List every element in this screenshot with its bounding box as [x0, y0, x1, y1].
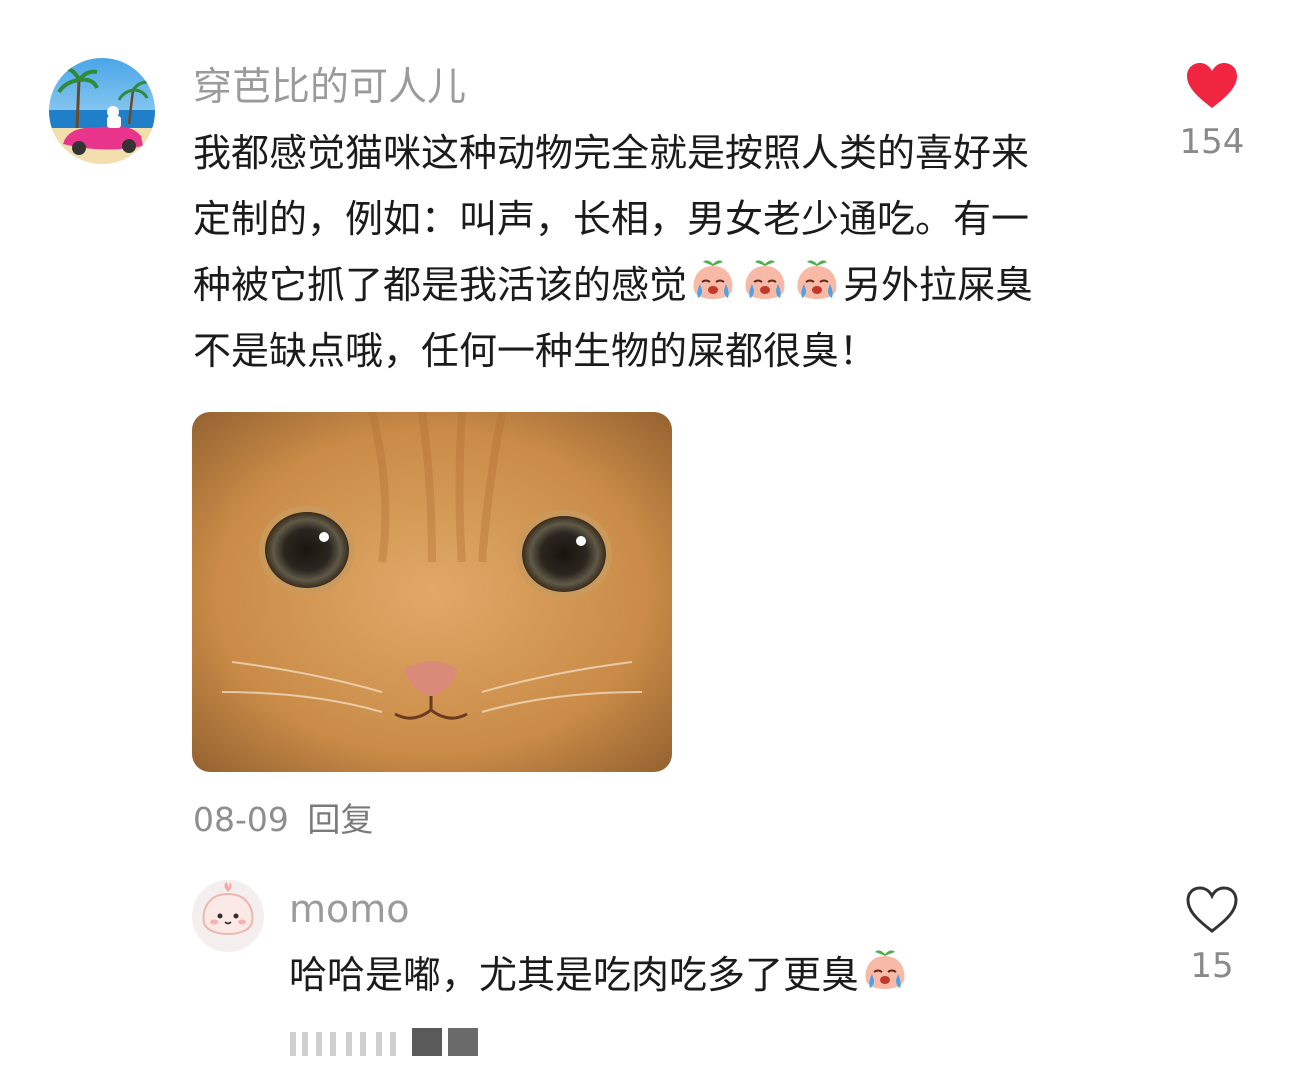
heart-filled-icon [1187, 63, 1237, 108]
avatar-peach-character-image [192, 880, 264, 952]
crying-peach-emoji-icon [797, 260, 837, 299]
like-button[interactable]: 15 [1162, 886, 1262, 986]
comment-text: 我都感觉猫咪这种动物完全就是按照人类的喜好来 定制的，例如：叫声，长相，男女老少… [193, 120, 1153, 384]
crying-peach-emoji-icon [745, 260, 785, 299]
comment-text-segment: 另外拉屎臭 [843, 263, 1034, 307]
like-count: 154 [1179, 122, 1245, 162]
comment-text-line: 不是缺点哦，任何一种生物的屎都很臭！ [193, 329, 878, 373]
avatar-beach-car-image [49, 58, 155, 164]
like-button[interactable]: 154 [1162, 62, 1262, 162]
comment-text-line: 定制的，例如：叫声，长相，男女老少通吃。有一 [193, 197, 1030, 241]
comment-text-line: 种被它抓了都是我活该的感觉 另外拉屎臭 [193, 252, 1153, 318]
reply-text-segment: 哈哈是嘟，尤其是吃肉吃多了更臭 [289, 953, 860, 997]
comment-image-kitten[interactable] [192, 412, 672, 772]
kitten-photo-image [192, 412, 672, 772]
crying-peach-emoji-icon [693, 260, 733, 299]
comment-meta: 08-09 回复 [193, 793, 381, 841]
comment-username[interactable]: momo [289, 890, 410, 928]
user-avatar[interactable] [49, 58, 155, 164]
reply-button[interactable]: 回复 [307, 800, 373, 839]
comment-date: 08-09 [193, 800, 289, 839]
cropped-text-fragment [290, 1028, 478, 1056]
heart-outline-icon [1186, 886, 1238, 933]
like-count: 15 [1190, 946, 1234, 986]
comment-username[interactable]: 穿芭比的可人儿 [193, 68, 466, 107]
user-avatar[interactable] [192, 880, 264, 952]
crying-peach-emoji-icon [865, 950, 905, 989]
comment-text-segment: 种被它抓了都是我活该的感觉 [193, 263, 688, 307]
reply-text: 哈哈是嘟，尤其是吃肉吃多了更臭 [289, 942, 911, 1008]
comment-text-line: 我都感觉猫咪这种动物完全就是按照人类的喜好来 [193, 131, 1030, 175]
